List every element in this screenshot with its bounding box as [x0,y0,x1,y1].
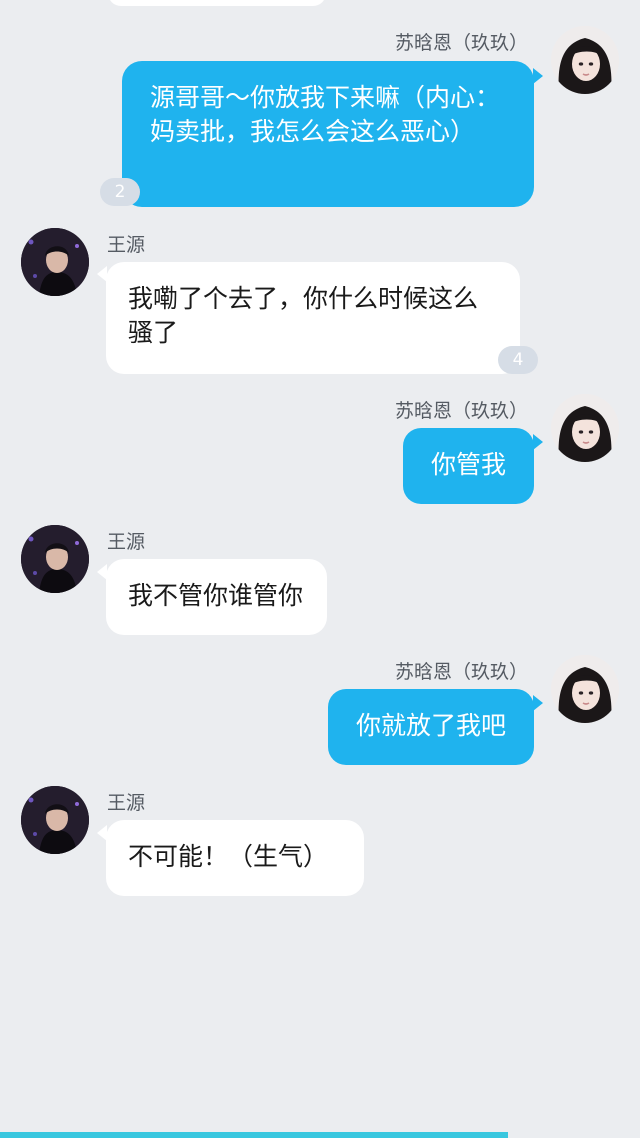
message-bubble[interactable]: 不可能！（生气） [106,820,365,896]
chat-window: 苏晗恩（玖玖） 源哥哥～你放我下来嘛（内心：妈卖批，我怎么会这么恶心） 2 王源… [0,0,640,1138]
sender-name: 苏晗恩（玖玖） [394,661,528,683]
boy-portrait-icon [21,525,89,593]
sender-name: 苏晗恩（玖玖） [394,400,528,422]
bubble-tail [533,695,543,711]
bubble-tail [97,825,107,841]
avatar-su-han-en[interactable] [551,26,619,94]
avatar-wang-yuan[interactable] [21,525,89,593]
girl-portrait-icon [551,26,619,94]
sender-name: 王源 [107,234,146,256]
message-bubble[interactable]: 源哥哥～你放我下来嘛（内心：妈卖批，我怎么会这么恶心） [122,61,534,207]
bottom-progress-bar [0,1132,508,1138]
unread-count-badge: 2 [100,178,140,206]
message-bubble[interactable]: 你管我 [402,428,534,504]
sender-name: 王源 [107,531,146,553]
avatar-wang-yuan[interactable] [21,228,89,296]
unread-count-badge: 4 [498,346,538,374]
message-bubble[interactable]: 我不管你谁管你 [106,559,328,635]
sender-name: 苏晗恩（玖玖） [394,32,528,54]
bubble-tail [533,434,543,450]
bubble-tail [97,564,107,580]
avatar-wang-yuan[interactable] [21,786,89,854]
avatar-su-han-en[interactable] [551,394,619,462]
sender-name: 王源 [107,792,146,814]
girl-portrait-icon [551,655,619,723]
previous-message-bubble[interactable] [108,0,326,6]
message-bubble[interactable]: 我嘞了个去了，你什么时候这么骚了 [106,262,520,374]
message-bubble[interactable]: 你就放了我吧 [327,689,534,765]
avatar-su-han-en[interactable] [551,655,619,723]
girl-portrait-icon [551,394,619,462]
bubble-tail [97,266,107,282]
boy-portrait-icon [21,786,89,854]
bubble-tail [533,68,543,84]
boy-portrait-icon [21,228,89,296]
